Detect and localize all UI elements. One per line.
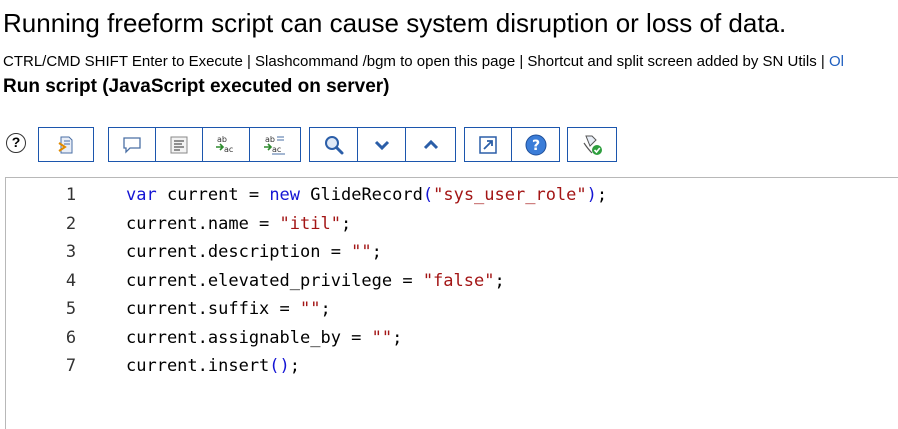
next-match-button[interactable] — [358, 128, 406, 161]
toolbar-group-search — [309, 127, 456, 162]
page-title: Run script (JavaScript executed on serve… — [3, 76, 390, 97]
chevron-down-icon — [374, 140, 389, 150]
code-text[interactable]: current.suffix = ""; — [126, 295, 331, 323]
code-line[interactable]: 2 current.name = "itil"; — [6, 210, 898, 238]
help-button[interactable]: ? — [512, 128, 559, 161]
replace-all-icon: ab ac — [264, 135, 285, 154]
svg-text:ac: ac — [224, 145, 233, 154]
shortcut-hint-text: CTRL/CMD SHIFT Enter to Execute | Slashc… — [3, 53, 829, 70]
code-line[interactable]: 4 current.elevated_privilege = "false"; — [6, 267, 898, 295]
comment-icon — [123, 136, 141, 154]
svg-text:ab: ab — [265, 135, 275, 144]
toolbar-group-view: ? — [464, 127, 560, 162]
code-text[interactable]: current.insert(); — [126, 352, 300, 380]
script-editor[interactable]: 1 var current = new GlideRecord("sys_user… — [5, 177, 898, 429]
toolbar-group-check — [567, 127, 617, 162]
previous-match-button[interactable] — [406, 128, 455, 161]
line-number: 1 — [65, 185, 77, 205]
code-line[interactable]: 5 current.suffix = ""; — [6, 295, 898, 323]
disruption-warning: Running freeform script can cause system… — [3, 8, 787, 38]
shortcut-hint: CTRL/CMD SHIFT Enter to Execute | Slashc… — [3, 53, 898, 71]
code-text[interactable]: current.description = ""; — [126, 238, 382, 266]
line-number: 2 — [65, 213, 77, 234]
replace-button[interactable]: ab ac — [203, 128, 250, 161]
code-text[interactable]: current.name = "itil"; — [126, 210, 351, 238]
fullscreen-button[interactable] — [465, 128, 513, 161]
code-text[interactable]: current.elevated_privilege = "false"; — [126, 267, 505, 295]
svg-text:ab: ab — [217, 135, 227, 144]
code-line[interactable]: 6 current.assignable_by = ""; — [6, 324, 898, 352]
line-number: 5 — [65, 299, 77, 319]
replace-all-button[interactable]: ab ac — [250, 128, 298, 161]
help-icon: ? — [525, 134, 546, 155]
comment-button[interactable] — [109, 128, 156, 161]
search-button[interactable] — [310, 128, 358, 161]
chevron-up-icon — [423, 139, 438, 149]
toolbar-group-format — [38, 127, 94, 162]
svg-text:?: ? — [531, 138, 539, 154]
code-text[interactable]: current.assignable_by = ""; — [126, 324, 402, 352]
format-script-button[interactable] — [39, 128, 93, 161]
syntax-check-icon — [583, 135, 602, 155]
line-number: 6 — [65, 327, 77, 348]
fullscreen-icon — [479, 135, 497, 154]
line-number: 3 — [65, 242, 77, 262]
code-line[interactable]: 7 current.insert(); — [6, 352, 898, 380]
code-line[interactable]: 1 var current = new GlideRecord("sys_user… — [6, 181, 898, 209]
format-lines-icon — [170, 136, 188, 153]
format-script-icon — [58, 136, 73, 153]
syntax-check-button[interactable] — [568, 128, 616, 161]
code-text[interactable]: var current = new GlideRecord("sys_user_… — [126, 181, 607, 209]
toolbar-group-edit: ab ac ab ac — [108, 127, 301, 162]
code-line[interactable]: 3 current.description = ""; — [6, 238, 898, 266]
line-number: 4 — [65, 270, 77, 291]
format-lines-button[interactable] — [156, 128, 203, 161]
hint-link[interactable]: Ol — [829, 53, 844, 70]
page-help-icon[interactable]: ? — [6, 133, 26, 153]
replace-icon: ab ac — [216, 135, 233, 154]
svg-text:ac: ac — [272, 145, 281, 154]
line-number: 7 — [65, 356, 77, 376]
search-icon — [324, 135, 343, 154]
